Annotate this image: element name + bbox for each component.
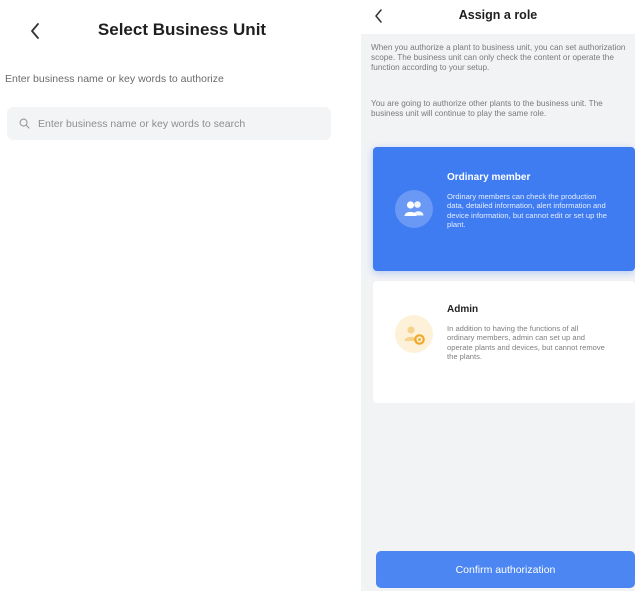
page-title: Assign a role — [458, 8, 538, 22]
confirm-authorization-button[interactable]: Confirm authorization — [376, 551, 635, 588]
role-card-ordinary-member[interactable]: Ordinary member Ordinary members can che… — [373, 147, 635, 271]
instruction-text: Enter business name or key words to auth… — [5, 73, 224, 85]
search-input[interactable] — [38, 117, 318, 130]
search-bar[interactable] — [7, 107, 331, 140]
search-icon — [19, 118, 30, 129]
role-description: In addition to having the functions of a… — [447, 324, 605, 361]
page-title: Select Business Unit — [97, 20, 267, 39]
assign-role-screen: Assign a role When you authorize a plant… — [361, 0, 635, 591]
role-title: Admin — [447, 304, 479, 315]
admin-user-gear-icon — [395, 315, 433, 353]
authorization-description: When you authorize a plant to business u… — [371, 43, 626, 73]
role-card-admin[interactable]: Admin In addition to having the function… — [373, 281, 635, 403]
authorization-note: You are going to authorize other plants … — [371, 99, 603, 119]
select-business-unit-screen: Select Business Unit Enter business name… — [0, 0, 352, 591]
users-icon — [395, 190, 433, 228]
role-description: Ordinary members can check the productio… — [447, 192, 607, 229]
role-title: Ordinary member — [447, 172, 531, 183]
